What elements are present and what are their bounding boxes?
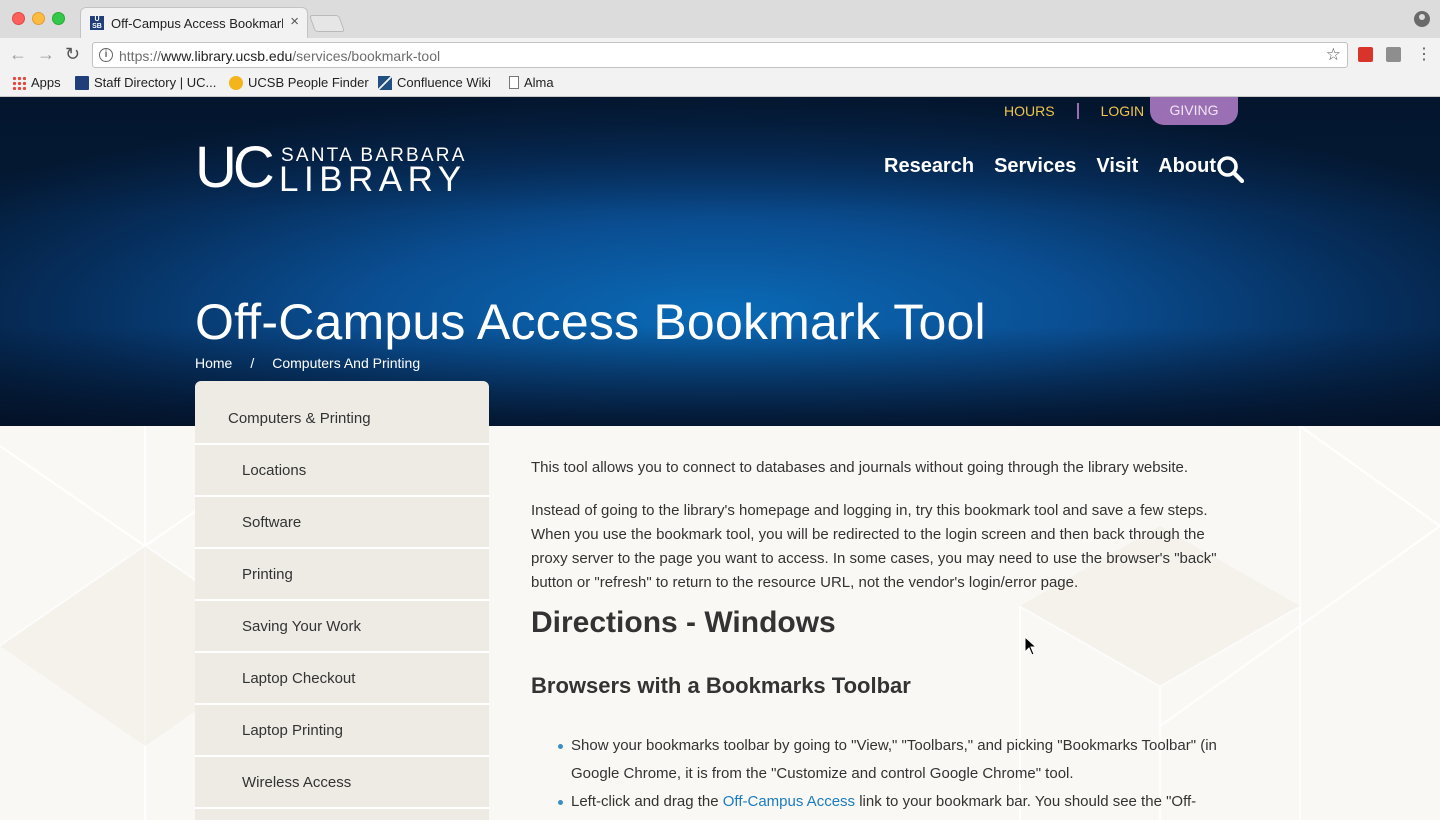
site-info-icon[interactable]: i: [99, 48, 113, 62]
close-window-button[interactable]: [12, 12, 25, 25]
site-header: HOURS LOGIN GIVING UC SANTA BARBARA LIBR…: [0, 97, 1440, 426]
sidebar-item-laptop-printing[interactable]: Laptop Printing: [195, 705, 489, 757]
login-link[interactable]: LOGIN: [1101, 103, 1145, 119]
url-host: www.library.ucsb.edu: [161, 48, 293, 64]
extension-icon[interactable]: [1386, 47, 1401, 62]
breadcrumb: Home / Computers And Printing: [195, 355, 420, 371]
utility-divider: [1076, 103, 1079, 119]
bookmark-people-finder[interactable]: UCSB People Finder: [229, 75, 369, 90]
bookmark-label: Alma: [524, 75, 554, 90]
off-campus-access-link[interactable]: Off-Campus Access: [723, 793, 855, 810]
ucsb-favicon-icon: U SB: [90, 16, 104, 30]
extension-lastpass-icon[interactable]: [1358, 47, 1373, 62]
address-bar[interactable]: i https://www.library.ucsb.edu/services/…: [92, 42, 1348, 68]
bookmarks-bar: Apps Staff Directory | UC... UCSB People…: [0, 72, 1440, 96]
bookmark-confluence[interactable]: Confluence Wiki: [378, 75, 491, 90]
reload-icon[interactable]: ↻: [65, 45, 80, 63]
utility-nav: HOURS LOGIN: [990, 97, 1144, 125]
list-item-text: link to your bookmark bar. You should se…: [855, 793, 1197, 810]
sidebar-item-locations[interactable]: Locations: [195, 445, 489, 497]
url-prefix: https://: [119, 48, 162, 64]
list-item: Left-click and drag the Off-Campus Acces…: [558, 788, 1251, 816]
bookmark-star-icon[interactable]: ☆: [1326, 45, 1341, 65]
giving-link[interactable]: GIVING: [1150, 97, 1238, 125]
breadcrumb-home[interactable]: Home: [195, 355, 232, 371]
ucsb-library-logo[interactable]: UC SANTA BARBARA LIBRARY: [195, 139, 464, 200]
sidebar-item-computers-printing[interactable]: Computers & Printing: [195, 393, 489, 445]
nav-visit[interactable]: Visit: [1096, 155, 1138, 178]
bookmark-label: UCSB People Finder: [248, 75, 369, 90]
profile-icon[interactable]: [1414, 11, 1430, 27]
list-item: Show your bookmarks toolbar by going to …: [558, 732, 1251, 788]
hours-link[interactable]: HOURS: [1004, 103, 1055, 119]
maximize-window-button[interactable]: [52, 12, 65, 25]
browser-tab-active[interactable]: USB Off-Campus Access Bookmark Tool ×: [80, 7, 308, 38]
ucsb-icon: [75, 75, 89, 90]
page-icon: [509, 76, 519, 89]
logo-uc: UC: [195, 135, 275, 200]
browser-chrome: USB Off-Campus Access Bookmark Tool × ← …: [0, 0, 1440, 97]
nav-services[interactable]: Services: [994, 155, 1076, 178]
bookmark-label: Staff Directory | UC...: [94, 75, 217, 90]
mouse-cursor-icon: [1024, 636, 1038, 656]
logo-library: LIBRARY: [279, 160, 467, 199]
tab-close-icon[interactable]: ×: [290, 14, 299, 30]
browser-toolbar: ← → ↻ i https://www.library.ucsb.edu/ser…: [0, 38, 1440, 72]
search-icon[interactable]: [1216, 155, 1244, 183]
sidebar-item-software[interactable]: Software: [195, 497, 489, 549]
forward-arrow-icon[interactable]: →: [37, 45, 55, 63]
sidebar-item-printing[interactable]: Printing: [195, 549, 489, 601]
section-sidebar: Computers & Printing Locations Software …: [195, 381, 489, 820]
people-finder-icon: [229, 75, 243, 90]
url-path: /services/bookmark-tool: [292, 48, 441, 64]
body-paragraph: Instead of going to the library's homepa…: [531, 502, 1217, 591]
subsection-heading: Browsers with a Bookmarks Toolbar: [531, 673, 911, 698]
tab-title: Off-Campus Access Bookmark Tool: [111, 16, 283, 31]
browser-menu-icon[interactable]: ⋮: [1416, 44, 1432, 64]
section-heading: Directions - Windows: [531, 606, 836, 639]
sidebar-item-wireless-access[interactable]: Wireless Access: [195, 757, 489, 809]
intro-paragraph: This tool allows you to connect to datab…: [531, 459, 1189, 476]
url-text[interactable]: https://www.library.ucsb.edu/services/bo…: [119, 48, 440, 64]
bookmark-label: Apps: [31, 75, 61, 90]
bookmark-label: Confluence Wiki: [397, 75, 491, 90]
main-nav: Research Services Visit About: [884, 155, 1236, 178]
nav-about[interactable]: About: [1158, 155, 1216, 178]
back-arrow-icon[interactable]: ←: [9, 45, 27, 63]
list-item-text: Left-click and drag the: [571, 793, 723, 810]
confluence-icon: [378, 75, 392, 90]
sidebar-item-saving-your-work[interactable]: Saving Your Work: [195, 601, 489, 653]
bookmark-apps[interactable]: Apps: [12, 75, 61, 90]
bookmark-staff-directory[interactable]: Staff Directory | UC...: [75, 75, 216, 90]
breadcrumb-current[interactable]: Computers And Printing: [272, 355, 420, 371]
apps-icon: [12, 75, 26, 90]
tab-strip: USB Off-Campus Access Bookmark Tool ×: [0, 0, 1440, 38]
new-tab-button[interactable]: [308, 15, 346, 32]
page-title: Off-Campus Access Bookmark Tool: [195, 294, 986, 350]
minimize-window-button[interactable]: [32, 12, 45, 25]
nav-research[interactable]: Research: [884, 155, 974, 178]
breadcrumb-separator: /: [250, 355, 255, 371]
bookmark-alma[interactable]: Alma: [509, 75, 554, 90]
sidebar-item-laptop-checkout[interactable]: Laptop Checkout: [195, 653, 489, 705]
